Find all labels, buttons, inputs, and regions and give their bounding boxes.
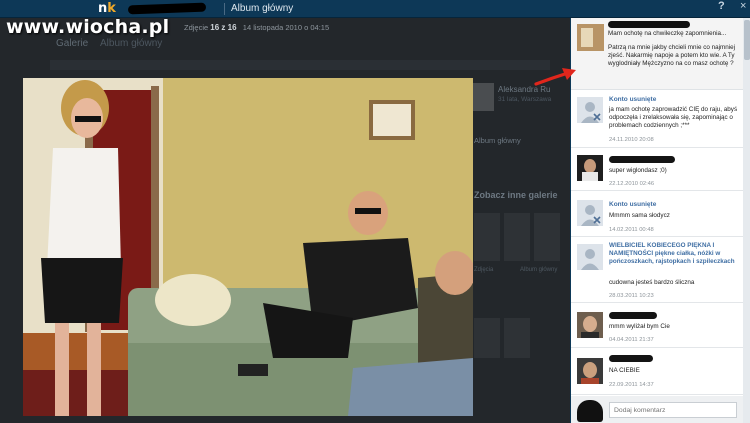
galleries-link[interactable]: Album główny [474, 136, 521, 145]
gallery-caption: Zdjęcia [474, 267, 494, 273]
commenter-avatar[interactable] [577, 312, 603, 338]
comment-text: super wiglondasz ;0) [609, 167, 667, 174]
censored-comment-author [609, 156, 675, 163]
main-photo[interactable] [23, 78, 473, 416]
comment-text: cudowna jesteś bardzo śliczna [609, 279, 695, 286]
comment-author[interactable]: Konto usunięte [609, 201, 656, 208]
gallery-thumb[interactable] [474, 213, 500, 261]
red-arrow-icon [534, 68, 576, 86]
comment-text: NA CIEBIE [609, 367, 640, 374]
gallery-title[interactable]: Galerie [56, 38, 88, 49]
gallery-thumb[interactable] [504, 213, 530, 261]
censored-author-name [608, 21, 690, 28]
commenter-avatar[interactable] [577, 244, 603, 270]
photo-image [23, 78, 473, 416]
divider [224, 3, 225, 15]
author-avatar[interactable] [577, 24, 604, 51]
other-galleries-heading: Zobacz inne galerie [474, 190, 558, 200]
comment-date: 22.09.2011 14:37 [609, 382, 654, 388]
owner-card[interactable]: Aleksandra Ru 31 lata, Warszawa [472, 83, 562, 143]
avatar [472, 83, 494, 111]
close-button[interactable]: × [740, 0, 746, 12]
comment-item: WIELBICIEL KOBIECEGO PIĘKNA I NAMIĘTNOŚC… [571, 238, 743, 303]
comment-text: Mmmm sama słodycz [609, 212, 670, 219]
photo-index: 16 z 16 [210, 23, 237, 32]
commenter-avatar[interactable] [577, 155, 603, 181]
censored-username [127, 2, 207, 15]
comment-date: 22.12.2010 02:46 [609, 181, 655, 187]
comment-date: 24.11.2010 20:08 [609, 137, 654, 143]
comment-item: NA CIEBIE 22.09.2011 14:37 [571, 349, 743, 395]
page: nk Album główny ? × www.wiocha.pl Zdjęci… [0, 0, 750, 423]
comment-author[interactable]: WIELBICIEL KOBIECEGO PIĘKNA I NAMIĘTNOŚC… [609, 242, 741, 266]
comment-text: ja mam ochotę zaprowadzić CIĘ do raju, a… [609, 106, 738, 129]
comment-item: Konto usunięte ja mam ochotę zaprowadzić… [571, 91, 743, 148]
panel-scrollbar[interactable] [743, 18, 750, 423]
gallery-caption: Album główny [520, 267, 558, 273]
comment-input[interactable] [609, 402, 737, 418]
censored-comment-author [609, 355, 653, 362]
comment-text: mmm wyliżał bym Cie [609, 323, 670, 330]
comment-date: 04.04.2011 21:37 [609, 337, 654, 343]
comment-item: Konto usunięte Mmmm sama słodycz 14.02.2… [571, 192, 743, 237]
owner-name: Aleksandra Ru [498, 85, 551, 94]
watermark: www.wiocha.pl [6, 16, 170, 38]
add-comment-box [571, 396, 743, 423]
comment-date: 14.02.2011 00:48 [609, 227, 654, 233]
gallery-thumb[interactable] [474, 318, 500, 358]
gallery-thumb[interactable] [504, 318, 530, 358]
gallery-thumb[interactable] [534, 213, 560, 261]
deleted-account-avatar [577, 200, 603, 226]
deleted-account-avatar [577, 97, 603, 123]
comment-author[interactable]: Konto usunięte [609, 96, 656, 103]
scrollbar-thumb[interactable] [744, 20, 750, 60]
breadcrumb-row [50, 60, 550, 70]
gallery-sub[interactable]: Album główny [100, 38, 162, 49]
help-button[interactable]: ? [718, 0, 725, 12]
censored-comment-author [609, 312, 657, 319]
current-user-avatar [577, 400, 603, 422]
photo-date: 14 listopada 2010 o 04:15 [242, 23, 330, 32]
photo-description: Mam ochotę na chwileczkę zapomnienia... … [571, 18, 743, 90]
comments-panel: Mam ochotę na chwileczkę zapomnienia... … [570, 18, 750, 423]
commenter-avatar[interactable] [577, 358, 603, 384]
description-text: Mam ochotę na chwileczkę zapomnienia... … [608, 30, 736, 67]
album-link[interactable]: Album główny [231, 3, 293, 14]
comment-item: mmm wyliżał bym Cie 04.04.2011 21:37 [571, 304, 743, 348]
owner-info: 31 lata, Warszawa [498, 96, 552, 103]
comment-date: 28.03.2011 10:23 [609, 293, 654, 299]
photo-meta: Zdjęcie 16 z 16 14 listopada 2010 o 04:1… [184, 23, 330, 32]
nk-logo[interactable]: nk [98, 1, 116, 16]
comment-item: super wiglondasz ;0) 22.12.2010 02:46 [571, 149, 743, 191]
avatar-image [577, 24, 604, 51]
